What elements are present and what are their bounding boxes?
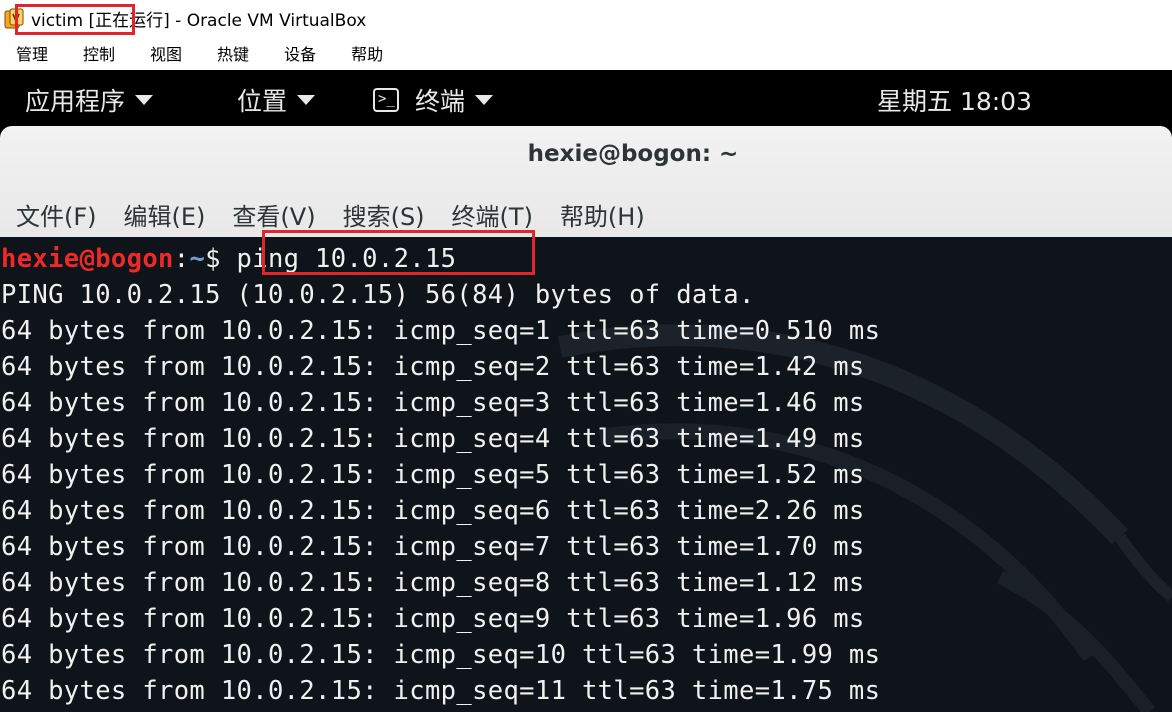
prompt-path: ~: [189, 244, 206, 274]
applications-menu[interactable]: 应用程序: [25, 82, 154, 118]
output-line: 64 bytes from 10.0.2.15: icmp_seq=2 ttl=…: [1, 352, 865, 382]
output-line: 64 bytes from 10.0.2.15: icmp_seq=6 ttl=…: [1, 496, 865, 526]
output-line: PING 10.0.2.15 (10.0.2.15) 56(84) bytes …: [1, 280, 755, 310]
output-line: 64 bytes from 10.0.2.15: icmp_seq=9 ttl=…: [1, 604, 865, 634]
vbox-menu-manage[interactable]: 管理: [16, 41, 48, 65]
terminal-title: hexie@bogon: ~: [527, 141, 739, 167]
vbox-menu-view[interactable]: 视图: [150, 41, 182, 65]
terminal-app-label: 终端: [415, 87, 466, 116]
output-line: 64 bytes from 10.0.2.15: icmp_seq=10 ttl…: [1, 640, 881, 670]
output-line: 64 bytes from 10.0.2.15: icmp_seq=8 ttl=…: [1, 568, 865, 598]
output-line: 64 bytes from 10.0.2.15: icmp_seq=1 ttl=…: [1, 316, 881, 346]
clock[interactable]: 星期五 18:03: [877, 82, 1032, 118]
terminal-menu-edit[interactable]: 编辑(E): [124, 197, 206, 232]
prompt-symbol: $: [205, 244, 237, 274]
vbox-menu-control[interactable]: 控制: [83, 41, 115, 65]
terminal-menu-view[interactable]: 查看(V): [232, 197, 315, 232]
terminal-body[interactable]: hexie@bogon:~$ ping 10.0.2.15 PING 10.0.…: [0, 237, 1172, 712]
prompt-user: hexie@bogon: [1, 244, 174, 274]
output-line: 64 bytes from 10.0.2.15: icmp_seq=7 ttl=…: [1, 532, 865, 562]
terminal-menubar: 文件(F) 编辑(E) 查看(V) 搜索(S) 终端(T) 帮助(H): [0, 196, 656, 232]
output-line: 64 bytes from 10.0.2.15: icmp_seq=11 ttl…: [1, 676, 881, 706]
terminal-icon: >_: [373, 88, 399, 112]
vbox-menubar: 管理 控制 视图 热键 设备 帮助: [0, 36, 1172, 70]
command-text: ping 10.0.2.15: [236, 244, 457, 274]
output-line: 64 bytes from 10.0.2.15: icmp_seq=4 ttl=…: [1, 424, 865, 454]
terminal-menu-file[interactable]: 文件(F): [16, 197, 97, 232]
title-highlight-box: [15, 4, 135, 35]
places-menu[interactable]: 位置: [237, 82, 316, 118]
terminal-header: hexie@bogon: ~ 文件(F) 编辑(E) 查看(V) 搜索(S) 终…: [0, 126, 1172, 237]
vbox-titlebar: victim [正在运行] - Oracle VM VirtualBox: [0, 0, 1172, 36]
vbox-menu-help[interactable]: 帮助: [351, 41, 383, 65]
chevron-down-icon: [297, 95, 316, 105]
vbox-menu-devices[interactable]: 设备: [284, 41, 316, 65]
chevron-down-icon: [475, 95, 494, 105]
chevron-down-icon: [135, 95, 154, 105]
output-line: 64 bytes from 10.0.2.15: icmp_seq=3 ttl=…: [1, 388, 865, 418]
prompt-line: hexie@bogon:~$ ping 10.0.2.15: [1, 241, 456, 277]
terminal-window: hexie@bogon: ~ 文件(F) 编辑(E) 查看(V) 搜索(S) 终…: [0, 126, 1172, 712]
output-line: 64 bytes from 10.0.2.15: icmp_seq=5 ttl=…: [1, 460, 865, 490]
terminal-menu-help[interactable]: 帮助(H): [560, 197, 645, 232]
gnome-top-bar: 应用程序 位置 >_ 终端 星期五 18:03: [0, 70, 1172, 126]
places-label: 位置: [237, 87, 288, 116]
terminal-app-menu[interactable]: >_ 终端: [373, 82, 494, 118]
prompt-separator: :: [173, 244, 190, 274]
terminal-menu-search[interactable]: 搜索(S): [343, 197, 425, 232]
terminal-menu-terminal[interactable]: 终端(T): [452, 197, 533, 232]
applications-label: 应用程序: [25, 87, 126, 116]
vbox-menu-hotkeys[interactable]: 热键: [217, 41, 249, 65]
